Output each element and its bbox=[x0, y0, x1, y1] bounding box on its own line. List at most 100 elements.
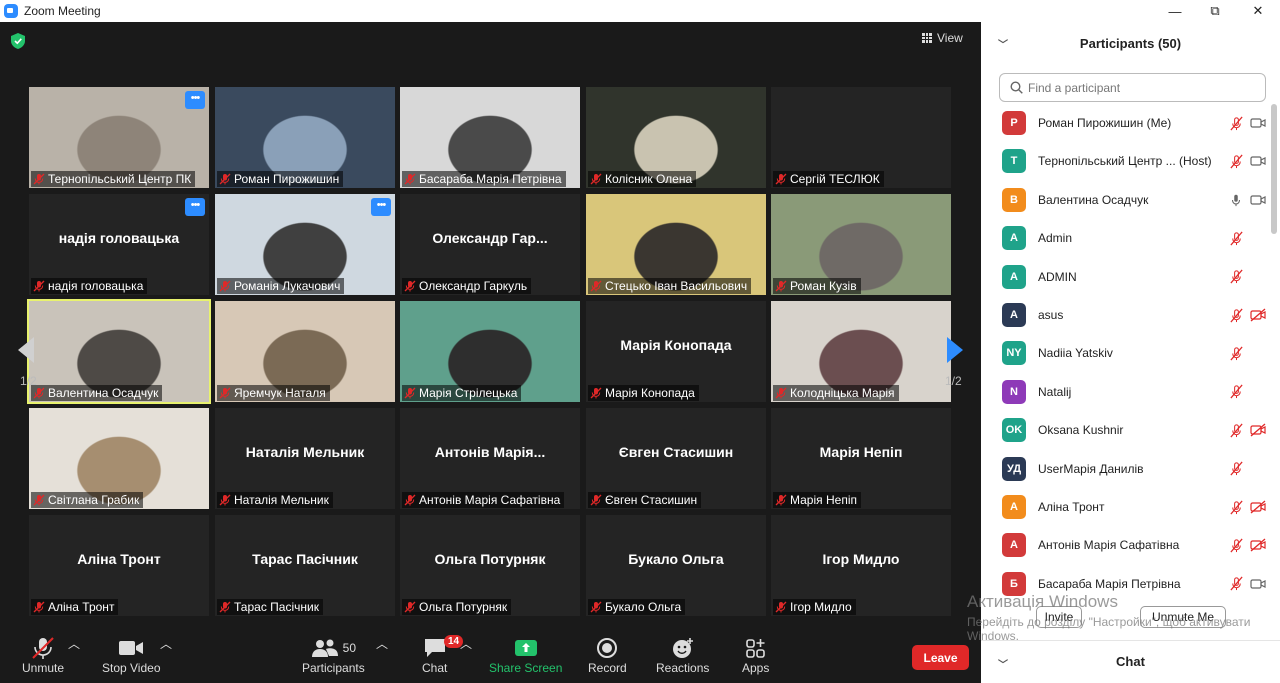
mic-muted-icon bbox=[219, 494, 231, 506]
participant-tile[interactable]: Євген Стасишин Євген Стасишин bbox=[586, 408, 766, 509]
participant-tile[interactable]: Аліна Тронт Аліна Тронт bbox=[29, 515, 209, 616]
participant-tile[interactable]: Валентина Осадчук bbox=[27, 299, 211, 404]
title-bar: Zoom Meeting — ⧉ ✕ bbox=[0, 0, 1280, 22]
mic-muted-icon bbox=[1228, 115, 1244, 131]
security-shield-icon[interactable] bbox=[11, 33, 25, 49]
collapse-chevron-icon[interactable]: ﹀ bbox=[998, 36, 1008, 51]
record-button[interactable]: Record bbox=[588, 635, 627, 675]
participant-name: Тарас Пасічник bbox=[234, 600, 319, 614]
participant-tile[interactable]: Марія Непіп Марія Непіп bbox=[771, 408, 951, 509]
participant-row[interactable]: А Антонів Марія Сафатівна bbox=[981, 526, 1266, 564]
participant-row[interactable]: OK Oksana Kushnir bbox=[981, 411, 1266, 449]
participant-name-label: Романія Лукачович bbox=[217, 278, 345, 294]
participant-tile[interactable]: Стецько Іван Васильович bbox=[586, 194, 766, 295]
mic-muted-icon bbox=[33, 280, 45, 292]
unmute-me-button[interactable]: Unmute Me bbox=[1140, 606, 1226, 628]
more-options-icon[interactable]: ••• bbox=[185, 198, 205, 216]
participant-row[interactable]: Т Тернопільський Центр ... (Host) bbox=[981, 142, 1266, 180]
audio-options-chevron-icon[interactable]: ︿ bbox=[68, 635, 80, 652]
minimize-button[interactable]: — bbox=[1155, 0, 1195, 22]
participant-list-name: Nadiia Yatskiv bbox=[1038, 346, 1113, 361]
participant-tile[interactable]: Колісник Олена bbox=[586, 87, 766, 188]
apps-button[interactable]: Apps bbox=[742, 635, 769, 675]
apps-label: Apps bbox=[742, 661, 770, 675]
participant-tile[interactable]: ••• Романія Лукачович bbox=[215, 194, 395, 295]
participant-tile[interactable]: Ольга Потурняк Ольга Потурняк bbox=[400, 515, 580, 616]
participant-list-scrollbar[interactable] bbox=[1271, 104, 1277, 234]
participant-name: Роман Пирожишин bbox=[234, 172, 340, 186]
chat-bubble-icon bbox=[423, 635, 447, 661]
participant-tile[interactable]: Басараба Марія Петрівна bbox=[400, 87, 580, 188]
chat-header[interactable]: ﹀ Chat bbox=[981, 642, 1280, 680]
more-options-icon[interactable]: ••• bbox=[371, 198, 391, 216]
participant-list-name: asus bbox=[1038, 308, 1064, 322]
meeting-toolbar: Unmute ︿ Stop Video ︿ 50 Participants ︿ … bbox=[0, 631, 981, 683]
close-button[interactable]: ✕ bbox=[1238, 0, 1278, 22]
invite-button[interactable]: Invite bbox=[1036, 606, 1082, 628]
participant-name: Марія Конопада bbox=[605, 386, 695, 400]
participant-row[interactable]: Р Роман Пирожишин (Me) bbox=[981, 104, 1266, 142]
next-page-arrow-icon[interactable] bbox=[947, 337, 963, 363]
avatar: N bbox=[1002, 379, 1026, 404]
participant-list-name: UserМарія Данилів bbox=[1038, 461, 1144, 476]
participant-tile[interactable]: Сергій ТЕСЛЮК bbox=[771, 87, 951, 188]
participant-tile[interactable]: Наталія Мельник Наталія Мельник bbox=[215, 408, 395, 509]
stop-video-button[interactable]: Stop Video bbox=[102, 635, 161, 675]
participant-tile[interactable]: надія головацька ••• надія головацька bbox=[29, 194, 209, 295]
reactions-button[interactable]: Reactions bbox=[656, 635, 709, 675]
participant-tile[interactable]: Колодніцька Марія bbox=[771, 301, 951, 402]
video-options-chevron-icon[interactable]: ︿ bbox=[160, 635, 172, 652]
chat-options-chevron-icon[interactable]: ︿ bbox=[460, 635, 472, 652]
mic-muted-icon bbox=[1228, 307, 1244, 323]
participant-tile[interactable]: Олександр Гар... Олександр Гаркуль bbox=[400, 194, 580, 295]
participant-tile[interactable]: Ігор Мидло Ігор Мидло bbox=[771, 515, 951, 616]
participant-tile[interactable]: ••• Тернопільський Центр ПК bbox=[29, 87, 209, 188]
participant-name-label: Колісник Олена bbox=[588, 171, 697, 187]
prev-page-arrow-icon[interactable] bbox=[18, 337, 34, 363]
more-options-icon[interactable]: ••• bbox=[185, 91, 205, 109]
participant-row[interactable]: Aasus bbox=[981, 296, 1266, 334]
search-input[interactable] bbox=[1028, 80, 1248, 95]
participant-row[interactable]: УД UserМарія Данилів bbox=[981, 450, 1266, 488]
participant-name-label: Ольга Потурняк bbox=[402, 599, 512, 615]
chat-collapse-chevron-icon[interactable]: ﹀ bbox=[998, 656, 1008, 671]
video-camera-icon bbox=[1250, 192, 1266, 208]
participant-row[interactable]: А Аліна Тронт bbox=[981, 488, 1266, 526]
participant-list-name: Admin bbox=[1038, 231, 1073, 246]
participant-search[interactable] bbox=[999, 73, 1266, 102]
participant-tile[interactable]: Роман Пирожишин bbox=[215, 87, 395, 188]
participant-tile[interactable]: Яремчук Наталя bbox=[215, 301, 395, 402]
participant-row[interactable]: NY Nadiia Yatskiv bbox=[981, 334, 1266, 372]
participant-row[interactable]: Б Басараба Марія Петрівна bbox=[981, 565, 1266, 603]
participant-row[interactable]: N Natalij bbox=[981, 373, 1266, 411]
participants-options-chevron-icon[interactable]: ︿ bbox=[376, 635, 388, 652]
leave-button[interactable]: Leave bbox=[912, 645, 969, 670]
chat-button[interactable]: 14 Chat bbox=[422, 635, 464, 675]
restore-button[interactable]: ⧉ bbox=[1195, 0, 1235, 22]
participant-tile[interactable]: Роман Кузів bbox=[771, 194, 951, 295]
share-screen-button[interactable]: Share Screen bbox=[489, 635, 562, 675]
participant-tile[interactable]: Світлана Грабик bbox=[29, 408, 209, 509]
participant-display-name: Антонів Марія... bbox=[434, 444, 546, 460]
participant-row[interactable]: A ADMIN bbox=[981, 258, 1266, 296]
video-camera-icon bbox=[1250, 115, 1266, 131]
participant-name-label: Тарас Пасічник bbox=[217, 599, 323, 615]
view-button[interactable]: View bbox=[922, 31, 963, 45]
participant-name: Євген Стасишин bbox=[605, 493, 698, 507]
participants-button[interactable]: 50 Participants bbox=[302, 635, 365, 675]
participant-name-label: Олександр Гаркуль bbox=[402, 278, 532, 294]
participant-list-name: Natalij bbox=[1038, 384, 1072, 399]
participant-tile[interactable]: Марія Стрілецька bbox=[400, 301, 580, 402]
participant-tile[interactable]: Марія Конопада Марія Конопада bbox=[586, 301, 766, 402]
participant-tile[interactable]: Тарас Пасічник Тарас Пасічник bbox=[215, 515, 395, 616]
participant-list-name: Басараба Марія Петрівна bbox=[1038, 576, 1181, 591]
participant-tile[interactable]: Антонів Марія... Антонів Марія Сафатівна bbox=[400, 408, 580, 509]
avatar: Б bbox=[1002, 571, 1026, 596]
participant-list: Р Роман Пирожишин (Me) Т Тернопільський Цен… bbox=[981, 104, 1266, 610]
participant-tile[interactable]: Букало Ольга Букало Ольга bbox=[586, 515, 766, 616]
participant-row[interactable]: В Валентина Осадчук bbox=[981, 181, 1266, 219]
video-camera-icon bbox=[1250, 576, 1266, 592]
participant-row[interactable]: A Admin bbox=[981, 219, 1266, 257]
avatar: Т bbox=[1002, 149, 1026, 174]
unmute-button[interactable]: Unmute bbox=[22, 635, 64, 675]
